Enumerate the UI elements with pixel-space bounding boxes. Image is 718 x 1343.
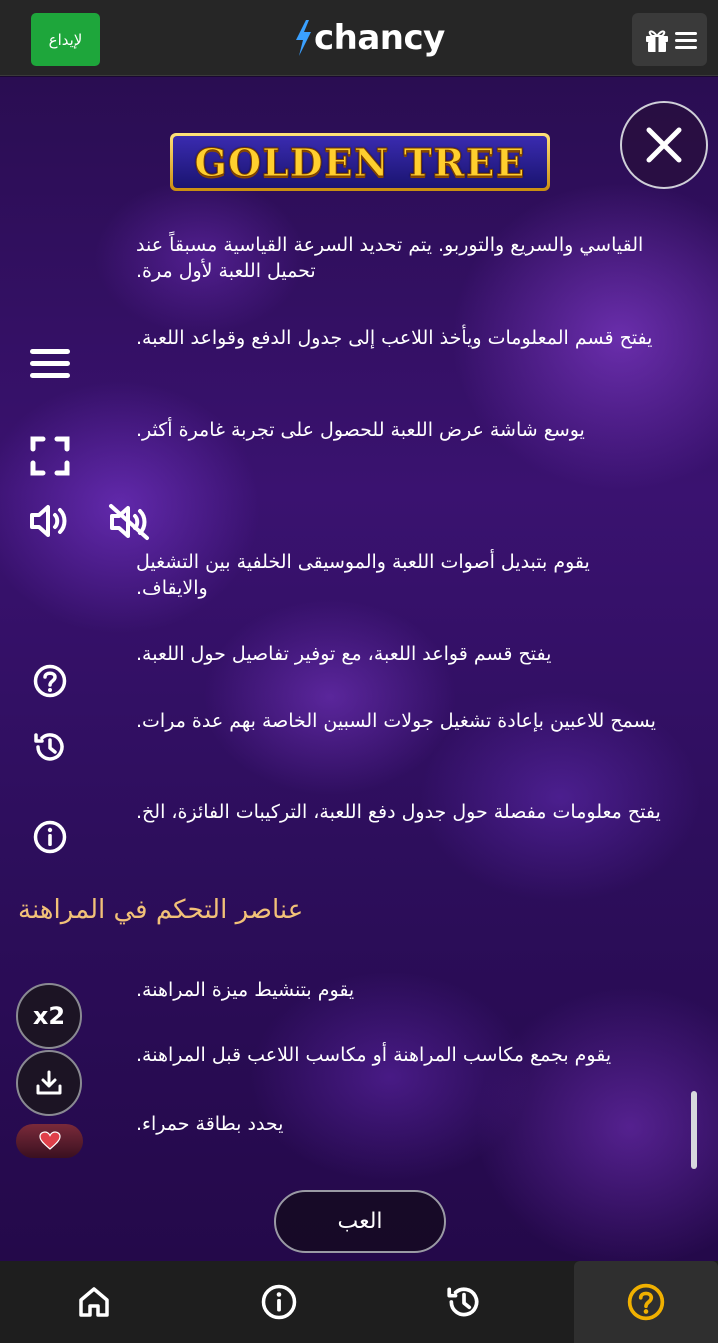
bet-controls-heading: عناصر التحكم في المراهنة bbox=[18, 895, 304, 925]
info-icon bbox=[32, 819, 68, 855]
history-icon bbox=[447, 1287, 479, 1317]
game-title: GOLDEN TREE bbox=[194, 139, 526, 185]
chancy-logo[interactable]: chancy bbox=[292, 14, 445, 62]
bet-text-activate: يقوم بتنشيط ميزة المراهنة. bbox=[136, 979, 355, 1001]
question-icon bbox=[32, 663, 68, 699]
bet-text-red-card: يحدد بطاقة حمراء. bbox=[136, 1113, 284, 1135]
rules-text-speed: القياسي والسريع والتوربو. يتم تحديد السر… bbox=[136, 234, 644, 282]
help-icon bbox=[627, 1283, 665, 1321]
close-button[interactable] bbox=[620, 101, 708, 189]
game-rules-panel: GOLDEN TREE القياسي والسريع والتوربو. يت… bbox=[0, 77, 718, 1261]
gift-icon bbox=[645, 29, 668, 52]
nav-home[interactable] bbox=[22, 1261, 166, 1343]
bottom-nav bbox=[0, 1261, 718, 1343]
deposit-button[interactable]: لإيداع bbox=[31, 13, 100, 66]
menu-icon bbox=[28, 345, 72, 383]
bet-text-collect: يقوم بجمع مكاسب المراهنة أو مكاسب اللاعب… bbox=[136, 1044, 612, 1066]
heart-card-icon bbox=[16, 1124, 83, 1158]
scrollbar[interactable] bbox=[691, 1091, 697, 1169]
info-icon bbox=[261, 1284, 297, 1320]
fullscreen-icon bbox=[28, 434, 72, 478]
sound-on-icon bbox=[28, 501, 72, 541]
game-logo: GOLDEN TREE bbox=[170, 133, 550, 191]
nav-info[interactable] bbox=[207, 1261, 351, 1343]
nav-help[interactable] bbox=[574, 1261, 718, 1343]
history-icon bbox=[31, 728, 69, 766]
rules-text-menu: يفتح قسم المعلومات ويأخذ اللاعب إلى جدول… bbox=[136, 327, 653, 349]
bolt-icon bbox=[296, 20, 311, 56]
rules-text-info: يفتح معلومات مفصلة حول جدول دفع اللعبة، … bbox=[136, 801, 661, 823]
home-icon bbox=[79, 1287, 109, 1317]
gift-menu-button[interactable] bbox=[632, 13, 707, 66]
close-icon bbox=[646, 127, 682, 163]
x2-gamble-icon: x2 bbox=[16, 983, 82, 1049]
sound-off-icon bbox=[106, 501, 152, 543]
rules-text-fullscreen: يوسع شاشة عرض اللعبة للحصول على تجربة غا… bbox=[136, 419, 585, 441]
nav-history[interactable] bbox=[392, 1261, 536, 1343]
top-bar: لإيداع chancy bbox=[0, 0, 718, 76]
x2-label: x2 bbox=[32, 1002, 66, 1030]
rules-text-history: يسمح للاعبين بإعادة تشغيل جولات السبين ا… bbox=[136, 710, 656, 732]
hamburger-icon bbox=[674, 31, 697, 49]
rules-text-sound: يقوم بتبديل أصوات اللعبة والموسيقى الخلف… bbox=[136, 551, 590, 599]
play-button[interactable]: العب bbox=[274, 1190, 446, 1253]
logo-text: chancy bbox=[314, 18, 445, 58]
collect-icon bbox=[16, 1050, 82, 1116]
rules-text-rules: يفتح قسم قواعد اللعبة، مع توفير تفاصيل ح… bbox=[136, 643, 552, 665]
